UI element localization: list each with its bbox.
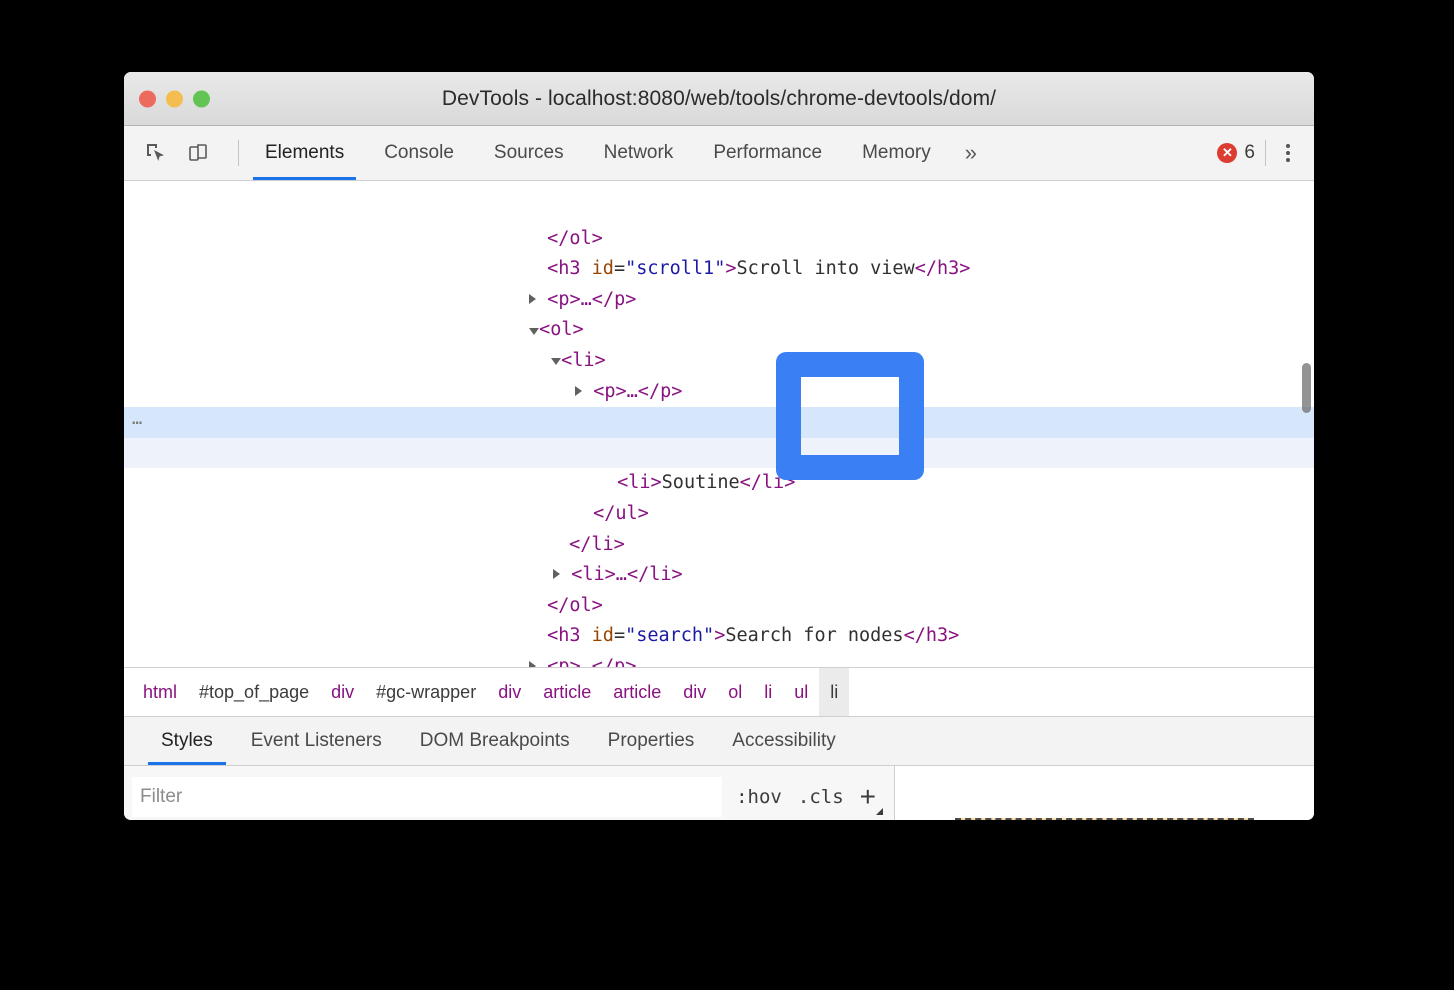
tab-memory-label: Memory <box>862 142 931 164</box>
breadcrumb-item-div-2[interactable]: div <box>487 668 532 716</box>
minimize-window-button[interactable] <box>166 90 183 107</box>
more-tabs-label: » <box>965 140 977 166</box>
breadcrumb-item-html[interactable]: html <box>132 668 188 716</box>
pane-tab-accessibility[interactable]: Accessibility <box>713 717 854 765</box>
breadcrumb-item-top-of-page[interactable]: #top_of_page <box>188 668 320 716</box>
device-toolbar-icon[interactable] <box>184 139 212 167</box>
window-title: DevTools - localhost:8080/web/tools/chro… <box>442 87 996 111</box>
breadcrumb-item-div-3[interactable]: div <box>672 668 717 716</box>
dom-row-clipped-top: <li>…</li> <box>124 181 1314 193</box>
error-circle-icon: ✕ <box>1217 143 1237 163</box>
dom-row-li-ellipsis[interactable]: <li>…</li> <box>124 530 1314 561</box>
breadcrumb-item-li-2[interactable]: li <box>819 668 849 716</box>
toggle-element-state-button[interactable]: :hov <box>736 786 782 808</box>
breadcrumb-item-div-1[interactable]: div <box>320 668 365 716</box>
breadcrumb-item-article-2[interactable]: article <box>602 668 672 716</box>
dom-tree-panel[interactable]: <li>…</li> </ol> <h3 id="scroll1">Scroll… <box>124 181 1314 667</box>
tab-performance-label: Performance <box>713 142 822 164</box>
dom-row-p-ellipsis-3[interactable]: <p>…</p> <box>124 621 1314 652</box>
devtools-toolbar: Elements Console Sources Network Perform… <box>124 126 1314 181</box>
element-classes-button[interactable]: .cls <box>798 786 844 808</box>
tab-memory[interactable]: Memory <box>842 126 951 180</box>
styles-filter-actions: :hov .cls + <box>722 783 894 811</box>
breadcrumb-item-article-1[interactable]: article <box>532 668 602 716</box>
close-window-button[interactable] <box>139 90 156 107</box>
breadcrumb: html #top_of_page div #gc-wrapper div ar… <box>124 667 1314 717</box>
traffic-lights <box>139 90 210 107</box>
toolbar-right-group: ✕ 6 <box>1217 138 1314 168</box>
styles-pane: Filter :hov .cls + <box>124 766 1314 820</box>
dom-tree-scrollbar-thumb[interactable] <box>1302 363 1311 413</box>
window-titlebar: DevTools - localhost:8080/web/tools/chro… <box>124 72 1314 126</box>
tab-console[interactable]: Console <box>364 126 474 180</box>
tab-elements-label: Elements <box>265 142 344 164</box>
inspect-element-icon[interactable] <box>142 139 170 167</box>
toolbar-icon-group <box>124 139 245 167</box>
dom-row-p-ellipsis-1[interactable]: <p>…</p> <box>124 254 1314 285</box>
pane-tab-properties[interactable]: Properties <box>589 717 714 765</box>
new-style-rule-button[interactable]: + <box>860 783 880 811</box>
sidebar-pane-tabs: Styles Event Listeners DOM Breakpoints P… <box>124 717 1314 766</box>
dom-row-p-ellipsis-2[interactable]: <p>…</p> <box>124 346 1314 377</box>
toolbar-divider <box>238 140 239 166</box>
styles-filter-row: Filter :hov .cls + <box>124 766 895 820</box>
dom-row-h3-search[interactable]: <h3 id="search">Search for nodes</h3> <box>124 591 1314 622</box>
tab-network-label: Network <box>604 142 674 164</box>
dom-row-clipped-bottom: <ol>…</ol> <box>124 653 1314 667</box>
tab-performance[interactable]: Performance <box>693 126 842 180</box>
row-ellipsis-button[interactable]: … <box>132 404 143 435</box>
box-model-margin-box <box>955 818 1254 820</box>
devtools-window: DevTools - localhost:8080/web/tools/chro… <box>124 72 1314 820</box>
more-tabs-chevron-icon[interactable]: » <box>951 126 991 180</box>
pane-tab-styles[interactable]: Styles <box>142 717 232 765</box>
tab-sources-label: Sources <box>494 142 564 164</box>
maximize-window-button[interactable] <box>193 90 210 107</box>
pane-tab-event-listeners[interactable]: Event Listeners <box>232 717 401 765</box>
dom-row-open-ol[interactable]: <ol> <box>124 285 1314 316</box>
dom-row-close-ul[interactable]: </ul> <box>124 468 1314 499</box>
rectangle-highlight-annotation <box>776 352 924 480</box>
dom-row-li-magritte[interactable]: …<li>Magritte</li> == $0 <box>124 407 1314 438</box>
breadcrumb-item-ol[interactable]: ol <box>717 668 753 716</box>
styles-filter-input[interactable]: Filter <box>132 777 722 817</box>
tab-sources[interactable]: Sources <box>474 126 584 180</box>
dom-row-open-ul[interactable]: <ul> <box>124 377 1314 408</box>
tab-console-label: Console <box>384 142 454 164</box>
tab-elements[interactable]: Elements <box>245 126 364 180</box>
dom-row-li-soutine[interactable]: <li>Soutine</li> <box>124 438 1314 469</box>
tab-network[interactable]: Network <box>584 126 694 180</box>
breadcrumb-item-li-1[interactable]: li <box>753 668 783 716</box>
computed-box-model-pane <box>895 766 1314 820</box>
dom-row-h3-scroll1[interactable]: <h3 id="scroll1">Scroll into view</h3> <box>124 224 1314 255</box>
dom-row-close-ol-2[interactable]: </ol> <box>124 560 1314 591</box>
dom-tree-scrollbar[interactable] <box>1301 181 1312 667</box>
dom-row-close-li[interactable]: </li> <box>124 499 1314 530</box>
pane-tab-dom-breakpoints[interactable]: DOM Breakpoints <box>401 717 589 765</box>
toolbar-right-divider <box>1265 140 1266 166</box>
dom-row-close-ol[interactable]: </ol> <box>124 193 1314 224</box>
breadcrumb-item-gc-wrapper[interactable]: #gc-wrapper <box>365 668 487 716</box>
error-count-label: 6 <box>1244 142 1255 164</box>
resize-corner-icon <box>876 808 883 815</box>
error-count-badge[interactable]: ✕ 6 <box>1217 142 1255 164</box>
dom-row-open-li[interactable]: <li> <box>124 315 1314 346</box>
breadcrumb-item-ul[interactable]: ul <box>783 668 819 716</box>
kebab-menu-icon[interactable] <box>1276 138 1300 168</box>
panel-tabs: Elements Console Sources Network Perform… <box>245 126 991 180</box>
